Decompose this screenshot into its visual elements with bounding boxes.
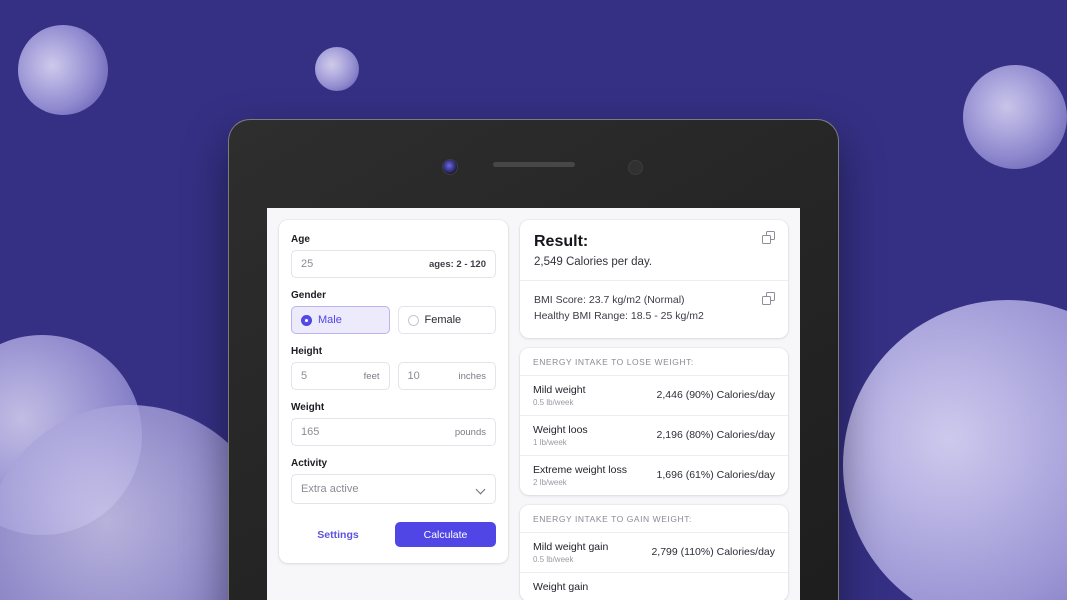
lose-weight-table: ENERGY INTAKE TO LOSE WEIGHT: Mild weigh… [520, 347, 788, 495]
row-name: Weight gain [533, 580, 589, 593]
row-name: Mild weight [533, 383, 586, 396]
results-column: Result: 2,549 Calories per day. BMI Scor… [520, 220, 788, 600]
row-value: 2,446 (90%) Calories/day [656, 389, 775, 401]
row-rate: 0.5 lb/week [533, 554, 574, 564]
decorative-sphere-top-right [963, 65, 1067, 169]
table-row: Mild weight 0.5 lb/week 2,446 (90%) Calo… [520, 376, 788, 416]
bmi-summary: BMI Score: 23.7 kg/m2 (Normal) Healthy B… [520, 280, 788, 338]
radio-selected-icon [301, 314, 312, 326]
height-feet-unit: feet [363, 370, 380, 382]
weight-unit: pounds [454, 426, 486, 438]
row-rate: 1 lb/week [533, 437, 567, 447]
height-input-row: 5 feet 10 inches [291, 362, 496, 390]
sensor-icon [629, 161, 642, 174]
height-inches-unit: inches [458, 370, 486, 382]
gender-male-label: Male [318, 314, 342, 326]
age-input[interactable]: 25 ages: 2 - 120 [291, 250, 496, 278]
row-rate: 2 lb/week [533, 477, 567, 487]
row-value: 2,196 (80%) Calories/day [656, 429, 775, 441]
lose-weight-header: ENERGY INTAKE TO LOSE WEIGHT: [520, 348, 788, 376]
copy-icon-front-square [762, 235, 771, 244]
height-inches-value: 10 [407, 370, 420, 382]
table-row: Weight loos 1 lb/week 2,196 (80%) Calori… [520, 416, 788, 456]
row-rate: 0.5 lb/week [533, 397, 574, 407]
height-inches-input[interactable]: 10 inches [397, 362, 496, 390]
weight-label: Weight [291, 402, 325, 413]
result-summary: Result: 2,549 Calories per day. [520, 220, 788, 280]
row-name: Mild weight gain [533, 540, 609, 553]
bmi-range: Healthy BMI Range: 18.5 - 25 kg/m2 [534, 309, 704, 322]
activity-value: Extra active [301, 483, 359, 495]
row-value: 2,799 (110%) Calories/day [651, 546, 775, 558]
row-name: Weight loos [533, 423, 588, 436]
tablet-device-frame: Age 25 ages: 2 - 120 Gender Male Female [228, 119, 839, 600]
height-feet-input[interactable]: 5 feet [291, 362, 390, 390]
gender-label: Gender [291, 290, 327, 301]
gender-radio-group: Male Female [291, 306, 496, 334]
chevron-down-icon [477, 485, 486, 494]
tablet-top-bezel [229, 120, 838, 208]
age-hint: ages: 2 - 120 [428, 258, 486, 270]
camera-icon [443, 160, 457, 174]
settings-link[interactable]: Settings [291, 529, 385, 541]
age-label: Age [291, 234, 310, 245]
weight-value: 165 [301, 426, 320, 438]
decorative-sphere-bottom-right [843, 300, 1067, 600]
gender-option-male[interactable]: Male [291, 306, 390, 334]
decorative-sphere-top-middle [315, 47, 359, 91]
gender-female-label: Female [424, 314, 462, 326]
table-row: Weight gain [520, 573, 788, 600]
calculator-form-card: Age 25 ages: 2 - 120 Gender Male Female [279, 220, 508, 563]
row-value: 1,696 (61%) Calories/day [656, 469, 775, 481]
age-value: 25 [301, 258, 314, 270]
copy-bmi-icon[interactable] [762, 292, 775, 305]
tablet-screen: Age 25 ages: 2 - 120 Gender Male Female [267, 208, 800, 600]
copy-icon-front-square [762, 296, 771, 305]
result-card: Result: 2,549 Calories per day. BMI Scor… [520, 220, 788, 338]
copy-result-icon[interactable] [762, 231, 775, 244]
weight-input[interactable]: 165 pounds [291, 418, 496, 446]
bmi-score: BMI Score: 23.7 kg/m2 (Normal) [534, 294, 685, 306]
result-title: Result: [534, 233, 589, 250]
activity-select[interactable]: Extra active [291, 474, 496, 504]
result-calories: 2,549 Calories per day. [534, 256, 653, 268]
height-feet-value: 5 [301, 370, 308, 382]
calculate-button[interactable]: Calculate [395, 522, 496, 547]
radio-unselected-icon [407, 314, 419, 326]
table-row: Mild weight gain 0.5 lb/week 2,799 (110%… [520, 533, 788, 573]
decorative-sphere-top-left [18, 25, 108, 115]
gain-weight-table: ENERGY INTAKE TO GAIN WEIGHT: Mild weigh… [520, 504, 788, 600]
gain-weight-header: ENERGY INTAKE TO GAIN WEIGHT: [520, 505, 788, 533]
gender-option-female[interactable]: Female [397, 306, 496, 334]
speaker-grille [492, 161, 575, 167]
table-row: Extreme weight loss 2 lb/week 1,696 (61%… [520, 456, 788, 495]
height-label: Height [291, 346, 323, 357]
form-actions: Settings Calculate [291, 522, 496, 547]
activity-label: Activity [291, 458, 328, 469]
row-name: Extreme weight loss [533, 463, 627, 476]
